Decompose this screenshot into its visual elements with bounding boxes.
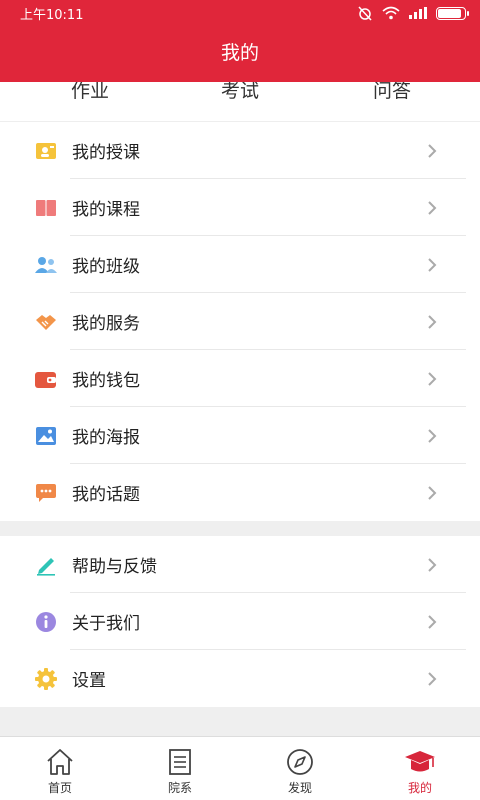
menu-item-wallet[interactable]: 我的钱包 bbox=[0, 350, 480, 407]
battery-icon bbox=[436, 6, 469, 20]
menu-section-main: 我的授课 我的课程 我的班级 我的服务 我的钱包 我的海报 我的话题 bbox=[0, 122, 480, 521]
app-header: 上午10:11 我的 bbox=[0, 0, 480, 82]
pen-feedback-icon bbox=[34, 553, 58, 577]
nav-discover[interactable]: 发现 bbox=[240, 737, 360, 800]
menu-item-courses[interactable]: 我的课程 bbox=[0, 179, 480, 236]
class-people-icon bbox=[34, 253, 58, 277]
chevron-right-icon bbox=[428, 314, 437, 329]
chevron-right-icon bbox=[428, 614, 437, 629]
nav-label: 发现 bbox=[287, 781, 312, 795]
teaching-icon bbox=[34, 139, 58, 163]
menu-item-label: 设置 bbox=[72, 671, 106, 691]
nav-label: 我的 bbox=[407, 781, 432, 795]
tab-qa[interactable]: 问答 bbox=[373, 82, 411, 103]
menu-section-settings: 帮助与反馈 关于我们 设置 bbox=[0, 536, 480, 707]
bottom-nav: 首页 院系 发现 我的 bbox=[0, 736, 480, 800]
gear-icon bbox=[34, 667, 58, 691]
page-title: 我的 bbox=[220, 42, 259, 64]
menu-item-teaching[interactable]: 我的授课 bbox=[0, 122, 480, 179]
tab-bar: 作业 考试 问答 bbox=[0, 82, 480, 122]
chevron-right-icon bbox=[428, 257, 437, 272]
menu-item-topics[interactable]: 我的话题 bbox=[0, 464, 480, 521]
menu-item-help-feedback[interactable]: 帮助与反馈 bbox=[0, 536, 480, 593]
home-icon bbox=[47, 749, 73, 775]
poster-image-icon bbox=[34, 424, 58, 448]
menu-item-label: 帮助与反馈 bbox=[72, 557, 157, 577]
graduation-cap-icon bbox=[405, 751, 435, 772]
book-icon bbox=[34, 196, 58, 220]
menu-item-label: 我的授课 bbox=[72, 143, 140, 163]
menu-item-about-us[interactable]: 关于我们 bbox=[0, 593, 480, 650]
handshake-icon bbox=[34, 310, 58, 334]
nav-label: 院系 bbox=[167, 781, 192, 795]
menu-item-posters[interactable]: 我的海报 bbox=[0, 407, 480, 464]
tab-homework[interactable]: 作业 bbox=[71, 82, 109, 103]
chevron-right-icon bbox=[428, 557, 437, 572]
alarm-off-icon bbox=[358, 6, 372, 21]
menu-item-label: 我的话题 bbox=[72, 485, 140, 505]
menu-item-label: 我的服务 bbox=[72, 314, 140, 334]
wallet-icon bbox=[34, 367, 58, 391]
nav-label: 首页 bbox=[47, 781, 72, 795]
chevron-right-icon bbox=[428, 485, 437, 500]
nav-home[interactable]: 首页 bbox=[0, 737, 120, 800]
status-time: 上午10:11 bbox=[20, 7, 84, 23]
menu-item-label: 我的班级 bbox=[72, 257, 140, 277]
nav-departments[interactable]: 院系 bbox=[120, 737, 240, 800]
compass-icon bbox=[287, 749, 313, 775]
status-bar: 上午10:11 bbox=[0, 0, 480, 26]
list-doc-icon bbox=[169, 749, 191, 775]
info-icon bbox=[34, 610, 58, 634]
topic-chat-icon bbox=[34, 481, 58, 505]
menu-item-label: 我的钱包 bbox=[72, 371, 140, 391]
chevron-right-icon bbox=[428, 200, 437, 215]
nav-mine[interactable]: 我的 bbox=[360, 737, 480, 800]
menu-item-label: 我的课程 bbox=[72, 200, 140, 220]
menu-item-classes[interactable]: 我的班级 bbox=[0, 236, 480, 293]
chevron-right-icon bbox=[428, 671, 437, 686]
menu-item-services[interactable]: 我的服务 bbox=[0, 293, 480, 350]
menu-item-label: 我的海报 bbox=[72, 428, 140, 448]
status-icons bbox=[357, 5, 469, 21]
chevron-right-icon bbox=[428, 143, 437, 158]
wifi-icon bbox=[382, 6, 400, 20]
chevron-right-icon bbox=[428, 371, 437, 386]
tab-exam[interactable]: 考试 bbox=[221, 82, 259, 103]
battery-level bbox=[438, 8, 462, 18]
menu-item-label: 关于我们 bbox=[72, 614, 140, 634]
menu-item-settings[interactable]: 设置 bbox=[0, 650, 480, 707]
signal-icon bbox=[409, 7, 427, 19]
chevron-right-icon bbox=[428, 428, 437, 443]
